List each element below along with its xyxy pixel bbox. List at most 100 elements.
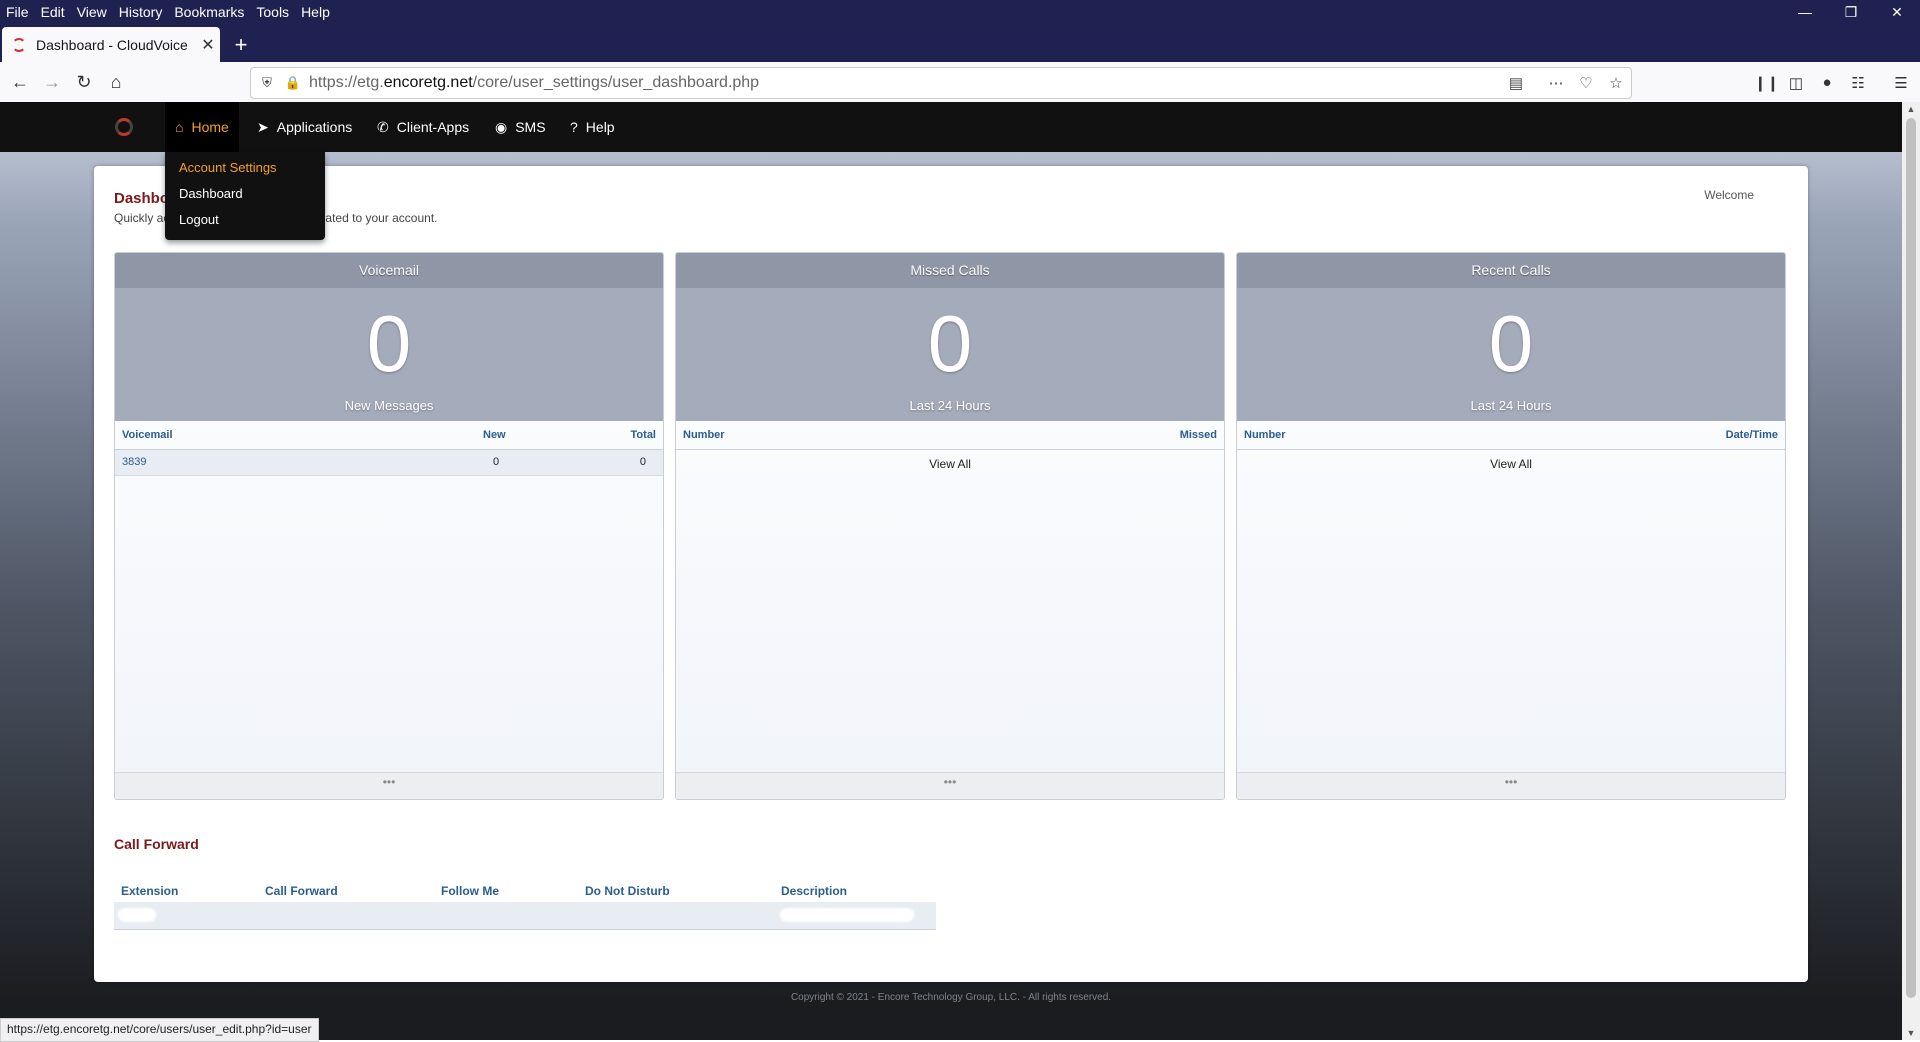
cloudvoice-favicon-icon <box>12 37 26 52</box>
voicemail-new-value: 0 <box>493 456 500 468</box>
menu-bookmarks[interactable]: Bookmarks <box>168 0 250 24</box>
col-description: Description <box>781 884 848 898</box>
more-actions-icon[interactable]: ⋯ <box>1541 74 1571 92</box>
bookmark-star-icon[interactable]: ☆ <box>1601 74 1631 92</box>
paper-plane-icon: ➤ <box>257 118 269 135</box>
col-number: Number <box>1244 429 1286 441</box>
nav-help[interactable]: ? Help <box>560 102 625 152</box>
browser-menubar: File Edit View History Bookmarks Tools H… <box>0 0 1920 24</box>
table-row[interactable]: 3839 0 0 <box>115 450 663 476</box>
menu-tools[interactable]: Tools <box>250 0 295 24</box>
col-missed: Missed <box>1179 429 1217 441</box>
tab-title: Dashboard - CloudVoice <box>36 36 188 53</box>
voicemail-expand-handle[interactable]: ••• <box>115 772 663 799</box>
recent-calls-count: 0 <box>1488 299 1534 388</box>
browser-toolbar: ← → ↻ ⌂ ⛨ 🔒 https://etg.encoretg.net/cor… <box>0 62 1920 103</box>
recent-calls-count-label: Last 24 Hours <box>1470 398 1552 413</box>
tab-dashboard[interactable]: Dashboard - CloudVoice ✕ <box>2 27 220 62</box>
col-total: Total <box>630 429 656 441</box>
site-navbar: ⌂ Home ➤ Applications ✆ Client-Apps ◉ SM… <box>0 102 1902 152</box>
missed-calls-summary[interactable]: 0 Last 24 Hours <box>676 288 1224 421</box>
phone-icon: ✆ <box>377 118 389 135</box>
shield-icon[interactable]: ⛨ <box>257 75 277 91</box>
col-extension: Extension <box>121 884 179 898</box>
menu-history[interactable]: History <box>113 0 169 24</box>
back-icon[interactable]: ← <box>6 69 34 95</box>
reload-icon[interactable]: ↻ <box>70 69 98 95</box>
scrollbar-thumb[interactable] <box>1906 118 1916 998</box>
missed-calls-count-label: Last 24 Hours <box>909 398 991 413</box>
voicemail-box-link[interactable]: 3839 <box>122 456 146 468</box>
col-follow-me: Follow Me <box>441 884 499 898</box>
status-bar-url: https://etg.encoretg.net/core/users/user… <box>0 1018 319 1042</box>
missed-calls-count: 0 <box>927 299 973 388</box>
pocket-icon[interactable]: ♡ <box>1571 74 1601 92</box>
voicemail-count-label: New Messages <box>344 398 434 413</box>
home-icon: ⌂ <box>175 119 184 135</box>
chat-icon: ◉ <box>495 118 508 135</box>
col-new: New <box>483 429 506 441</box>
col-do-not-disturb: Do Not Disturb <box>585 884 670 898</box>
extensions-icon[interactable]: ☷ <box>1847 74 1869 94</box>
dropdown-dashboard[interactable]: Dashboard <box>179 186 243 201</box>
minimize-icon[interactable]: — <box>1782 0 1828 24</box>
dashboard-panel: Dashboard Quickly access information and… <box>94 166 1808 982</box>
recent-calls-summary[interactable]: 0 Last 24 Hours <box>1237 288 1785 421</box>
call-forward-title: Call Forward <box>114 836 199 852</box>
menu-view[interactable]: View <box>71 0 113 24</box>
col-voicemail: Voicemail <box>122 429 173 441</box>
lock-icon[interactable]: 🔒 <box>283 75 303 91</box>
recent-calls-card: Recent Calls 0 Last 24 Hours Number Date… <box>1236 252 1786 800</box>
nav-client-apps[interactable]: ✆ Client-Apps <box>367 102 479 152</box>
menu-edit[interactable]: Edit <box>35 0 71 24</box>
close-tab-icon[interactable]: ✕ <box>196 35 220 55</box>
close-window-icon[interactable]: ✕ <box>1874 0 1920 24</box>
forward-icon[interactable]: → <box>38 69 66 95</box>
voicemail-total-value: 0 <box>639 456 646 468</box>
menu-file[interactable]: File <box>0 0 35 24</box>
col-call-forward: Call Forward <box>265 884 338 898</box>
tab-bar: Dashboard - CloudVoice ✕ + <box>0 24 1920 62</box>
nav-home[interactable]: ⌂ Home <box>165 102 239 152</box>
reader-view-icon[interactable]: ▤ <box>1501 74 1531 92</box>
home-browser-icon[interactable]: ⌂ <box>102 69 130 95</box>
hamburger-menu-icon[interactable]: ☰ <box>1890 74 1912 94</box>
dropdown-logout[interactable]: Logout <box>179 212 219 227</box>
library-icon[interactable]: ❙❙ <box>1754 74 1779 94</box>
recent-calls-card-title[interactable]: Recent Calls <box>1237 253 1785 288</box>
account-icon[interactable]: ● <box>1816 74 1838 94</box>
voicemail-card-title[interactable]: Voicemail <box>115 253 663 288</box>
web-page: ⌂ Home ➤ Applications ✆ Client-Apps ◉ SM… <box>0 102 1902 1040</box>
recent-calls-expand-handle[interactable]: ••• <box>1237 772 1785 799</box>
voicemail-count: 0 <box>366 299 412 388</box>
nav-sms[interactable]: ◉ SMS <box>485 102 556 152</box>
sidebar-icon[interactable]: ◫ <box>1785 74 1807 94</box>
page-scrollbar[interactable]: ▲ ▼ <box>1902 102 1920 1040</box>
missed-calls-card-title[interactable]: Missed Calls <box>676 253 1224 288</box>
col-date-time: Date/Time <box>1725 429 1778 441</box>
missed-calls-card: Missed Calls 0 Last 24 Hours Number Miss… <box>675 252 1225 800</box>
missed-calls-expand-handle[interactable]: ••• <box>676 772 1224 799</box>
welcome-text: Welcome <box>1704 188 1754 202</box>
url-text[interactable]: https://etg.encoretg.net/core/user_setti… <box>309 74 1501 92</box>
address-bar[interactable]: ⛨ 🔒 https://etg.encoretg.net/core/user_s… <box>250 67 1632 99</box>
question-icon: ? <box>570 119 578 135</box>
missed-calls-view-all-link[interactable]: View All <box>676 457 1224 471</box>
voicemail-table-header: Voicemail New Total <box>115 421 663 450</box>
col-number: Number <box>683 429 725 441</box>
scroll-up-icon[interactable]: ▲ <box>1902 104 1920 114</box>
missed-calls-table-header: Number Missed <box>676 421 1224 450</box>
table-row[interactable] <box>114 902 936 930</box>
menu-help[interactable]: Help <box>295 0 336 24</box>
dropdown-account-settings[interactable]: Account Settings <box>179 160 277 175</box>
scroll-down-icon[interactable]: ▼ <box>1902 1028 1920 1038</box>
redacted-extension <box>118 908 156 922</box>
restore-icon[interactable]: ❐ <box>1828 0 1874 24</box>
recent-calls-view-all-link[interactable]: View All <box>1237 457 1785 471</box>
nav-applications[interactable]: ➤ Applications <box>247 102 362 152</box>
site-logo[interactable] <box>115 118 133 136</box>
recent-calls-table-header: Number Date/Time <box>1237 421 1785 450</box>
voicemail-summary[interactable]: 0 New Messages <box>115 288 663 421</box>
new-tab-icon[interactable]: + <box>228 32 254 58</box>
home-dropdown-menu: Account Settings Dashboard Logout <box>165 152 325 240</box>
